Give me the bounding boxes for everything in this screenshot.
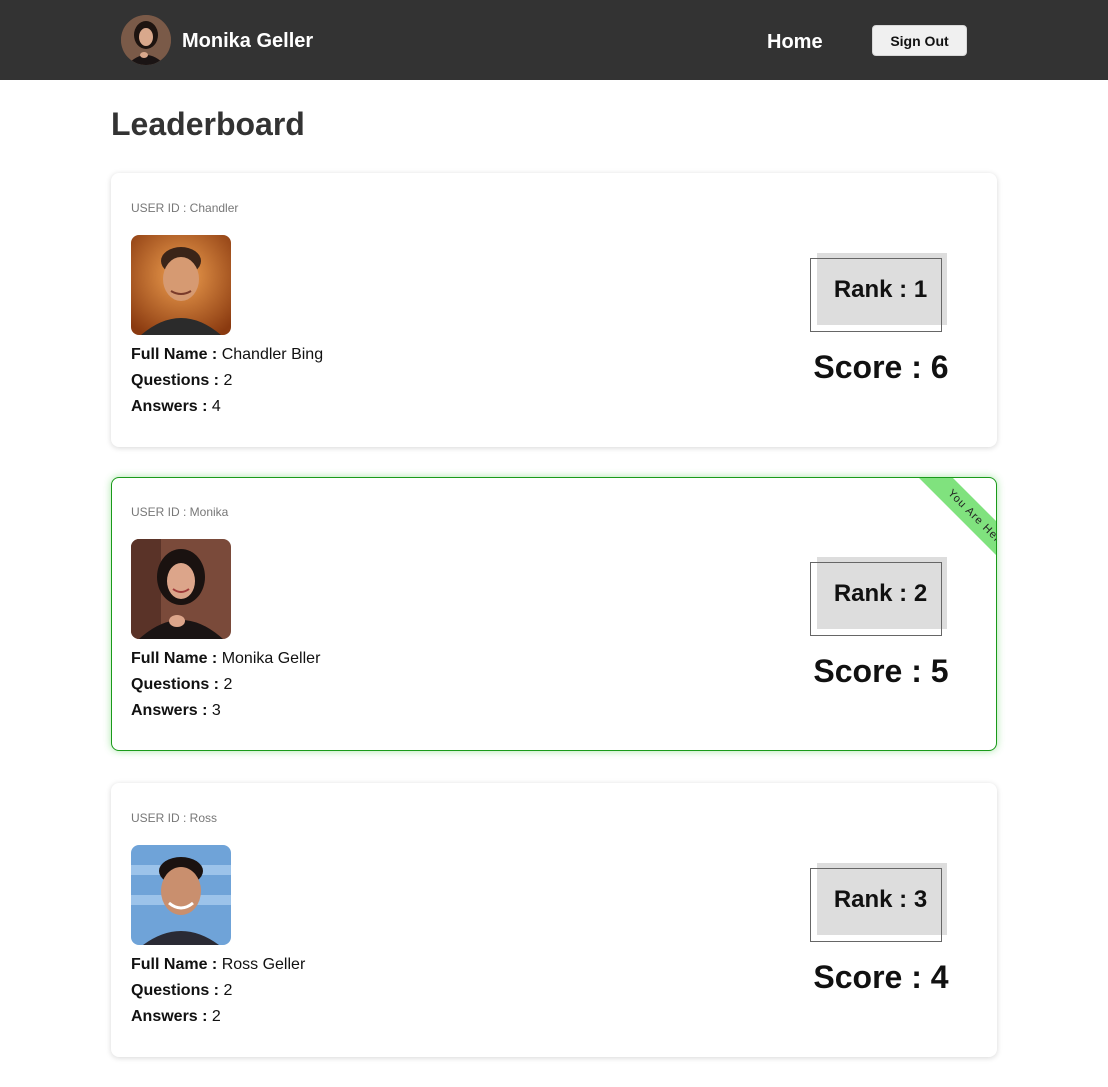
leaderboard-card: USER ID : Chandler Full Name : Chandler …: [111, 173, 997, 447]
user-photo: [131, 539, 231, 639]
rank-text: Rank : 3: [833, 886, 928, 913]
questions-label: Questions :: [131, 982, 220, 999]
user-avatar-icon[interactable]: [121, 15, 171, 65]
full-name-label: Full Name :: [131, 346, 218, 363]
sign-out-button[interactable]: Sign Out: [872, 25, 967, 56]
full-name-label: Full Name :: [131, 956, 218, 973]
answers-row: Answers : 4: [131, 398, 221, 416]
answers-value: 4: [211, 398, 221, 415]
page-title: Leaderboard: [111, 106, 305, 142]
rank-text: Rank : 2: [833, 580, 928, 607]
questions-row: Questions : 2: [131, 372, 232, 390]
nav-home-link[interactable]: Home: [767, 31, 823, 54]
user-photo: [131, 845, 231, 945]
full-name-row: Full Name : Monika Geller: [131, 650, 320, 668]
questions-value: 2: [223, 676, 233, 693]
user-id: USER ID : Chandler: [131, 201, 239, 215]
user-id: USER ID : Monika: [131, 505, 229, 519]
answers-label: Answers :: [131, 398, 208, 415]
score-text: Score : 4: [813, 959, 949, 995]
answers-label: Answers :: [131, 702, 208, 719]
full-name-label: Full Name :: [131, 650, 218, 667]
full-name-value: Ross Geller: [221, 956, 306, 973]
answers-value: 2: [211, 1008, 221, 1025]
leaderboard-card-current-user: USER ID : Monika Full Name : Monika Gell…: [111, 477, 997, 751]
questions-value: 2: [223, 982, 233, 999]
leaderboard-card: USER ID : Ross Full Name : Ross Geller Q…: [111, 783, 997, 1057]
user-photo: [131, 235, 231, 335]
answers-value: 3: [211, 702, 221, 719]
questions-label: Questions :: [131, 676, 220, 693]
full-name-row: Full Name : Ross Geller: [131, 956, 305, 974]
answers-row: Answers : 2: [131, 1008, 221, 1026]
navbar: Monika Geller Home Sign Out: [0, 0, 1108, 80]
score-text: Score : 5: [813, 653, 949, 689]
questions-value: 2: [223, 372, 233, 389]
answers-row: Answers : 3: [131, 702, 221, 720]
rank-text: Rank : 1: [833, 276, 928, 303]
user-id: USER ID : Ross: [131, 811, 218, 825]
score-text: Score : 6: [813, 349, 949, 385]
full-name-value: Monika Geller: [221, 650, 321, 667]
questions-row: Questions : 2: [131, 982, 232, 1000]
questions-row: Questions : 2: [131, 676, 232, 694]
questions-label: Questions :: [131, 372, 220, 389]
answers-label: Answers :: [131, 1008, 208, 1025]
full-name-row: Full Name : Chandler Bing: [131, 346, 323, 364]
user-name: Monika Geller: [182, 30, 314, 52]
full-name-value: Chandler Bing: [221, 346, 324, 363]
